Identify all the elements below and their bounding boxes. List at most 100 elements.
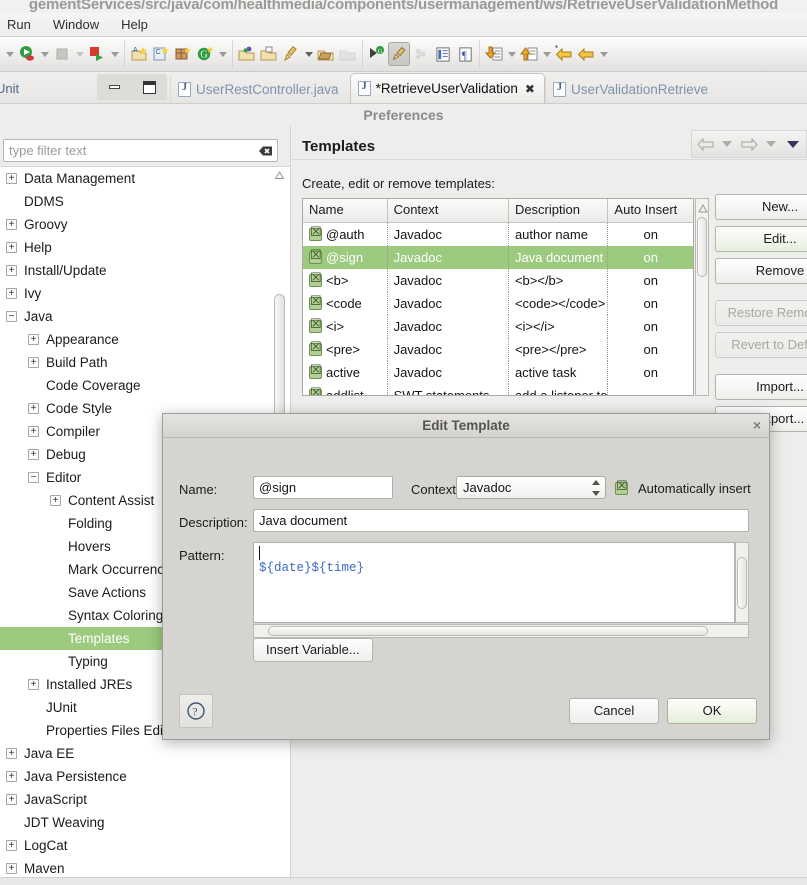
new-class-icon[interactable]: C [150,42,172,66]
expand-icon[interactable]: + [6,265,17,276]
column-header-description[interactable]: Description [509,199,609,222]
open-task-icon[interactable] [258,42,280,66]
expand-icon[interactable]: + [6,863,17,874]
close-icon[interactable]: × [753,417,761,433]
editor-tab-user-validation-retrieve[interactable]: UserValidationRetrieve [544,76,717,103]
tree-item-groovy[interactable]: + Groovy [0,213,290,236]
collapse-icon[interactable]: − [28,472,39,483]
table-row[interactable]: <b> Javadoc<b></b> on [303,269,693,292]
expand-icon[interactable]: + [6,771,17,782]
ok-button[interactable]: OK [667,698,757,724]
menu-window[interactable]: Window [42,15,110,34]
expand-icon[interactable]: + [6,173,17,184]
chevron-down-icon[interactable] [597,42,610,66]
checkbox-checked-icon[interactable] [309,340,322,356]
templates-table[interactable]: Name Context Description Auto Insert @au… [302,198,694,396]
chevron-down-icon[interactable] [216,42,229,66]
checkbox-checked-icon[interactable] [309,248,322,264]
expand-icon[interactable]: + [50,495,61,506]
debug-icon[interactable] [86,42,108,66]
tree-item-help[interactable]: + Help [0,236,290,259]
table-row[interactable]: @auth Javadocauthor name on [303,223,693,246]
upload-icon[interactable] [518,42,540,66]
collapse-icon[interactable]: − [6,311,17,322]
checkbox-checked-icon[interactable] [309,225,322,241]
new-button[interactable]: New... [715,194,807,220]
new-java-package-icon[interactable]: A [128,42,150,66]
expand-icon[interactable]: + [6,288,17,299]
table-row[interactable]: <i> Javadoc<i></i> on [303,315,693,338]
outline-icon[interactable] [432,42,454,66]
remove-button[interactable]: Remove [715,258,807,284]
help-icon[interactable]: ? [179,694,213,728]
new-groovy-icon[interactable]: G [194,42,216,66]
menu-run[interactable]: Run [0,15,42,34]
insert-variable-button[interactable]: Insert Variable... [253,638,373,662]
table-row[interactable]: active Javadocactive task on [303,361,693,384]
close-icon[interactable]: ✖ [525,82,535,96]
table-scrollbar[interactable] [695,198,709,396]
automatically-insert-checkbox[interactable]: Automatically insert [615,479,751,496]
expand-icon[interactable]: + [6,219,17,230]
tree-item-java-ee[interactable]: + Java EE [0,742,290,765]
expand-icon[interactable]: + [28,334,39,345]
back-star-icon[interactable]: * [553,42,575,66]
tree-item-ivy[interactable]: + Ivy [0,282,290,305]
expand-icon[interactable]: + [28,357,39,368]
table-row[interactable]: @sign JavadocJava document on [303,246,693,269]
scroll-up-icon[interactable] [274,169,285,180]
spinner-icon[interactable] [592,480,601,496]
clear-icon[interactable] [253,144,273,158]
pattern-hscrollbar[interactable] [253,624,749,638]
marker-icon[interactable] [388,42,410,66]
scroll-up-icon[interactable] [698,201,708,216]
checkbox-checked-icon[interactable] [309,317,322,333]
cancel-button[interactable]: Cancel [569,698,659,724]
expand-icon[interactable]: + [28,426,39,437]
edit-button[interactable]: Edit... [715,226,807,252]
name-field[interactable] [253,476,393,499]
chevron-down-icon[interactable] [3,42,16,66]
tree-item-data-management[interactable]: + Data Management [0,167,290,190]
chevron-down-icon[interactable] [540,42,553,66]
expand-icon[interactable]: + [6,242,17,253]
import-button[interactable]: Import... [715,374,807,400]
search-icon[interactable] [280,42,302,66]
minimize-icon[interactable] [108,85,120,89]
tree-item-javascript[interactable]: + JavaScript [0,788,290,811]
expand-icon[interactable]: + [6,840,17,851]
tree-item-code-coverage[interactable]: Code Coverage [0,374,290,397]
back-dropdown-icon[interactable] [716,133,738,155]
chevron-down-icon[interactable] [108,42,121,66]
menu-help[interactable]: Help [110,15,159,34]
tree-item-appearance[interactable]: + Appearance [0,328,290,351]
run-icon[interactable] [16,42,38,66]
table-scrollbar-thumb[interactable] [697,217,707,277]
pattern-vscrollbar-thumb[interactable] [737,557,747,609]
checkbox-checked-icon[interactable] [615,479,628,495]
forward-arrow-icon[interactable] [738,133,760,155]
column-header-name[interactable]: Name [303,199,388,222]
chevron-down-icon[interactable] [505,42,518,66]
download-icon[interactable] [483,42,505,66]
expand-icon[interactable]: + [28,679,39,690]
pattern-hscrollbar-thumb[interactable] [268,626,708,636]
table-row[interactable]: <code Javadoc<code></code> on [303,292,693,315]
open-folder-icon[interactable] [315,42,337,66]
maximize-icon[interactable] [142,80,156,94]
new-table-icon[interactable] [172,42,194,66]
back-icon[interactable] [575,42,597,66]
pattern-vscrollbar[interactable] [735,542,749,623]
filter-box[interactable] [3,139,278,162]
editor-tab-retrieve-user-validation[interactable]: *RetrieveUserValidation ✖ [349,73,545,103]
checkbox-checked-icon[interactable] [309,294,322,310]
expand-icon[interactable]: + [6,794,17,805]
expand-icon[interactable]: + [28,449,39,460]
column-header-context[interactable]: Context [388,199,509,222]
expand-icon[interactable]: + [6,748,17,759]
tree-item-java[interactable]: − Java [0,305,290,328]
chevron-down-icon[interactable] [38,42,51,66]
forward-dropdown-icon[interactable] [760,133,782,155]
table-row[interactable]: <pre> Javadoc<pre></pre> on [303,338,693,361]
paragraph-icon[interactable]: ¶ [454,42,476,66]
